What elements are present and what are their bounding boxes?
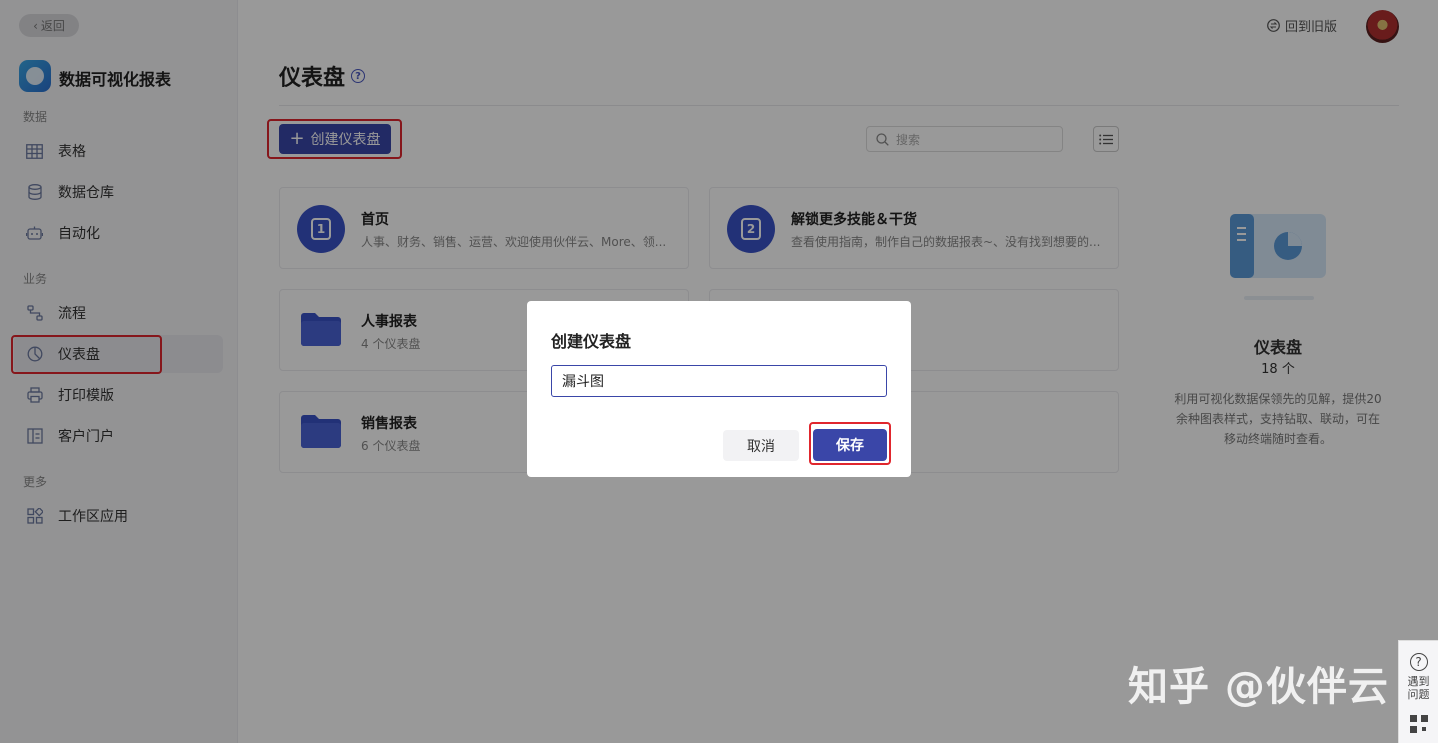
app-root: ‹ 返回 数据可视化报表 数据 表格 数据仓库 自动化 业务 流程 仪表盘 打印… [0, 0, 1438, 743]
question-icon: ? [1409, 653, 1428, 671]
create-dashboard-dialog: 创建仪表盘 取消 保存 [527, 301, 911, 477]
help-label-line1: 遇到 [1407, 675, 1430, 688]
dashboard-name-input[interactable] [551, 365, 887, 397]
dialog-title: 创建仪表盘 [551, 332, 632, 351]
help-label-line2: 问题 [1407, 688, 1430, 701]
help-float-panel[interactable]: ? 遇到 问题 [1398, 640, 1438, 743]
watermark: 知乎 @伙伴云 [1128, 664, 1389, 710]
save-button[interactable]: 保存 [813, 429, 887, 461]
qr-code-icon[interactable] [1409, 715, 1428, 733]
cancel-button[interactable]: 取消 [723, 430, 799, 461]
